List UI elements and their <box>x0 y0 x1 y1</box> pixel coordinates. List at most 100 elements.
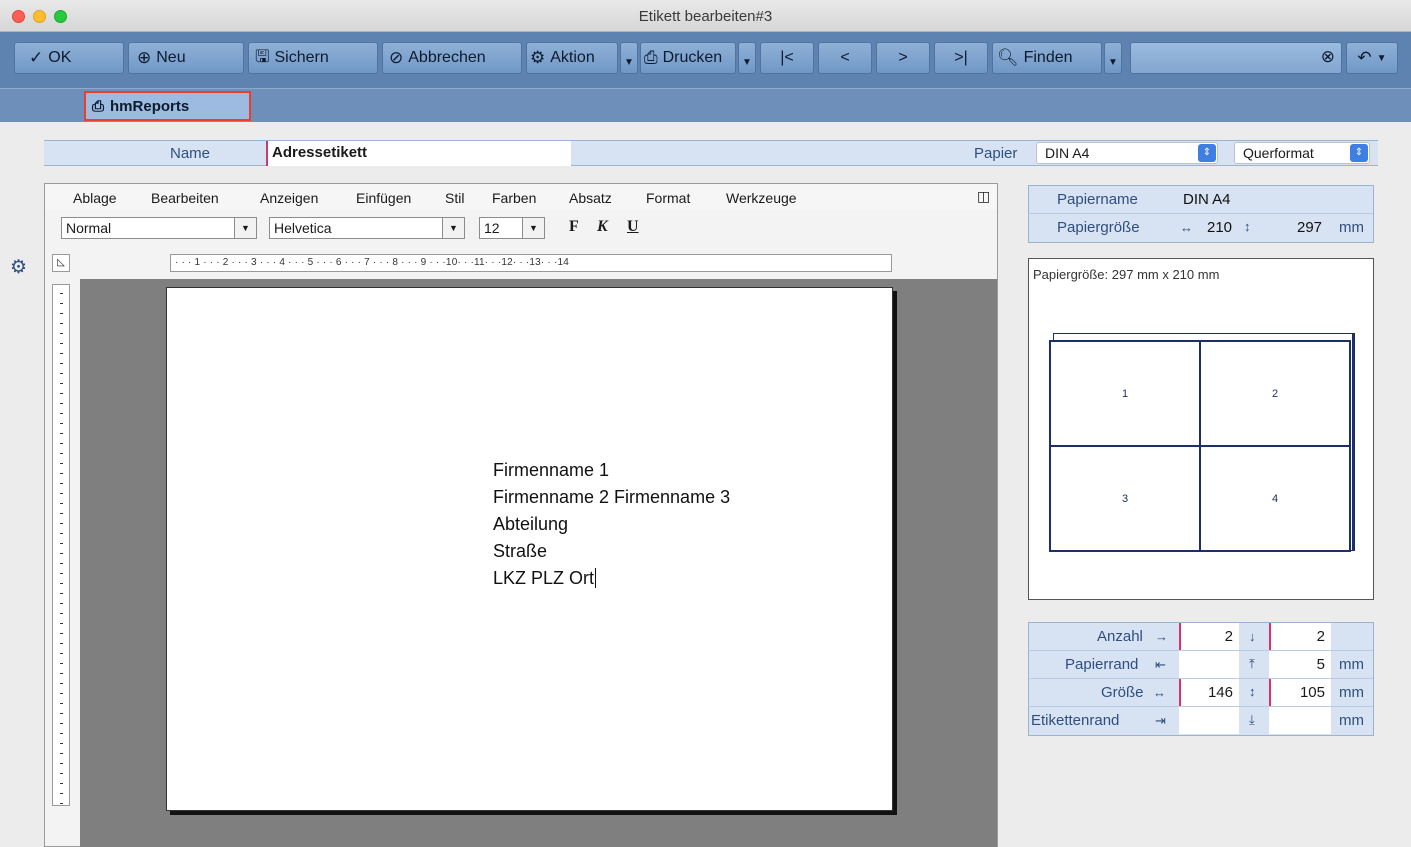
ruler-tick <box>60 803 63 804</box>
height-arrows-icon: ↕ <box>1249 684 1256 699</box>
orientation-select[interactable]: Querformat ⇕ <box>1234 142 1370 164</box>
print-dropdown[interactable]: ▼ <box>738 42 756 74</box>
find-button[interactable]: 🔍︎ Finden <box>992 42 1102 74</box>
find-dropdown[interactable]: ▼ <box>1104 42 1122 74</box>
label-margin-label: Etikettenrand <box>1031 712 1120 729</box>
paper-select[interactable]: DIN A4 ⇕ <box>1036 142 1218 164</box>
paper-info-panel: Papiername DIN A4 Papiergröße ↔ 210 ↕ 29… <box>1028 185 1374 243</box>
ruler-tick <box>60 473 63 474</box>
label-size-unit: mm <box>1339 684 1364 701</box>
paper-margin-x-field[interactable] <box>1179 651 1239 678</box>
width-arrows-icon: ↔ <box>1180 220 1193 235</box>
tab-hmreports[interactable]: ⎙ hmReports <box>84 91 251 121</box>
last-record-button[interactable]: >| <box>934 42 988 74</box>
horizontal-ruler[interactable]: · · · 1 · · · 2 · · · 3 · · · 4 · · · 5 … <box>170 254 892 272</box>
label-height-field[interactable]: 105 <box>1269 679 1331 706</box>
print-button[interactable]: ⎙ Drucken <box>640 42 736 74</box>
menu-format[interactable]: Format <box>646 190 690 206</box>
clear-search-icon[interactable]: ⊗ <box>1321 47 1335 67</box>
font-size-select[interactable]: 12 ▼ <box>479 217 545 239</box>
vertical-ruler[interactable] <box>52 284 70 806</box>
next-record-button[interactable]: > <box>876 42 930 74</box>
ruler-tick <box>60 353 63 354</box>
ruler-tick <box>60 763 63 764</box>
menu-stil[interactable]: Stil <box>445 190 464 206</box>
paper-margin-y-field[interactable]: 5 <box>1269 651 1331 678</box>
count-row: Anzahl → 2 ↓ 2 <box>1029 623 1373 651</box>
tab-stop-icon[interactable]: ◺ <box>52 254 70 272</box>
menu-absatz[interactable]: Absatz <box>569 190 612 206</box>
ruler-tick <box>60 383 63 384</box>
ruler-tick <box>60 393 63 394</box>
first-record-button[interactable]: |< <box>760 42 814 74</box>
ok-button[interactable]: ✓ OK <box>14 42 124 74</box>
bold-button[interactable]: F <box>569 218 579 236</box>
gear-icon: ⚙ <box>530 48 546 67</box>
ruler-tick <box>60 643 63 644</box>
arrow-right-icon: → <box>1155 629 1168 644</box>
ruler-tick <box>60 363 63 364</box>
menu-anzeigen[interactable]: Anzeigen <box>260 190 318 206</box>
font-select[interactable]: Helvetica ▼ <box>269 217 465 239</box>
panel-toggle-icon[interactable]: ◫ <box>977 188 990 205</box>
label-width-field[interactable]: 146 <box>1179 679 1239 706</box>
preview-label-grid: 1 2 3 4 <box>1049 340 1351 552</box>
paper-size-unit: mm <box>1339 219 1364 236</box>
toolbar: ✓ OK ⊕ Neu 🖫 Sichern ⊘ Abbrechen ⚙ Aktion ▼ ⎙… <box>0 32 1411 88</box>
save-button[interactable]: 🖫 Sichern <box>248 42 378 74</box>
chevron-down-icon: ▼ <box>522 218 544 238</box>
menu-einfuegen[interactable]: Einfügen <box>356 190 411 206</box>
address-line: Straße <box>493 541 548 561</box>
stepper-arrows-icon: ⇕ <box>1198 144 1216 162</box>
previous-record-button[interactable]: < <box>818 42 872 74</box>
ruler-tick <box>60 503 63 504</box>
margin-left-icon: ⇤ <box>1155 657 1166 672</box>
format-bar: Normal ▼ Helvetica ▼ 12 ▼ F K U <box>45 211 997 241</box>
name-field[interactable]: Adressetikett <box>266 141 571 166</box>
name-label: Name <box>170 145 211 162</box>
chevron-down-icon: ▼ <box>442 218 464 238</box>
action-dropdown[interactable]: ▼ <box>620 42 638 74</box>
ruler-tick <box>60 683 63 684</box>
underline-button[interactable]: U <box>627 218 639 236</box>
count-x-field[interactable]: 2 <box>1179 623 1239 650</box>
menu-werkzeuge[interactable]: Werkzeuge <box>726 190 797 206</box>
ruler-tick <box>60 743 63 744</box>
menu-farben[interactable]: Farben <box>492 190 536 206</box>
label-margin-x-field[interactable] <box>1179 707 1239 734</box>
label-margin-y-field[interactable] <box>1269 707 1331 734</box>
menu-bearbeiten[interactable]: Bearbeiten <box>151 190 219 206</box>
ruler-tick <box>60 633 63 634</box>
action-button[interactable]: ⚙ Aktion <box>526 42 618 74</box>
address-line: LKZ PLZ Ort <box>493 568 597 588</box>
previous-icon: < <box>840 49 850 66</box>
ruler-tick <box>60 423 63 424</box>
next-icon: > <box>898 49 908 66</box>
paper-margin-row: Papierrand ⇤ ⤒ 5 mm <box>1029 651 1373 679</box>
label-margin-unit: mm <box>1339 712 1364 729</box>
new-button[interactable]: ⊕ Neu <box>128 42 244 74</box>
ruler-tick <box>60 553 63 554</box>
paper-size-row: Papiergröße ↔ 210 ↕ 297 mm <box>1029 214 1373 242</box>
menu-ablage[interactable]: Ablage <box>73 190 117 206</box>
title-bar: Etikett bearbeiten#3 <box>0 0 1411 32</box>
ruler-tick <box>60 593 63 594</box>
cancel-button[interactable]: ⊘ Abbrechen <box>382 42 522 74</box>
ruler-tick <box>60 563 63 564</box>
style-select[interactable]: Normal ▼ <box>61 217 257 239</box>
address-block[interactable]: Firmenname 1 Firmenname 2 Firmenname 3 A… <box>493 457 730 592</box>
magnifier-icon: 🔍︎ <box>997 48 1019 67</box>
ruler-tick <box>60 753 63 754</box>
paper-name-row: Papiername DIN A4 <box>1029 186 1373 214</box>
count-y-field[interactable]: 2 <box>1269 623 1331 650</box>
chevron-down-icon: ▼ <box>742 57 752 68</box>
margin-right-icon: ⇥ <box>1155 713 1166 728</box>
reply-menu-button[interactable]: ↶ ▼ <box>1346 42 1398 74</box>
ruler-tick <box>60 713 63 714</box>
gear-menu-icon[interactable]: ⚙ <box>10 256 27 279</box>
chevron-down-icon: ▼ <box>624 57 634 68</box>
italic-button[interactable]: K <box>597 218 608 236</box>
label-page[interactable]: Firmenname 1 Firmenname 2 Firmenname 3 A… <box>166 287 893 811</box>
search-input[interactable]: ⊗ <box>1130 42 1342 74</box>
ruler-tick <box>60 613 63 614</box>
